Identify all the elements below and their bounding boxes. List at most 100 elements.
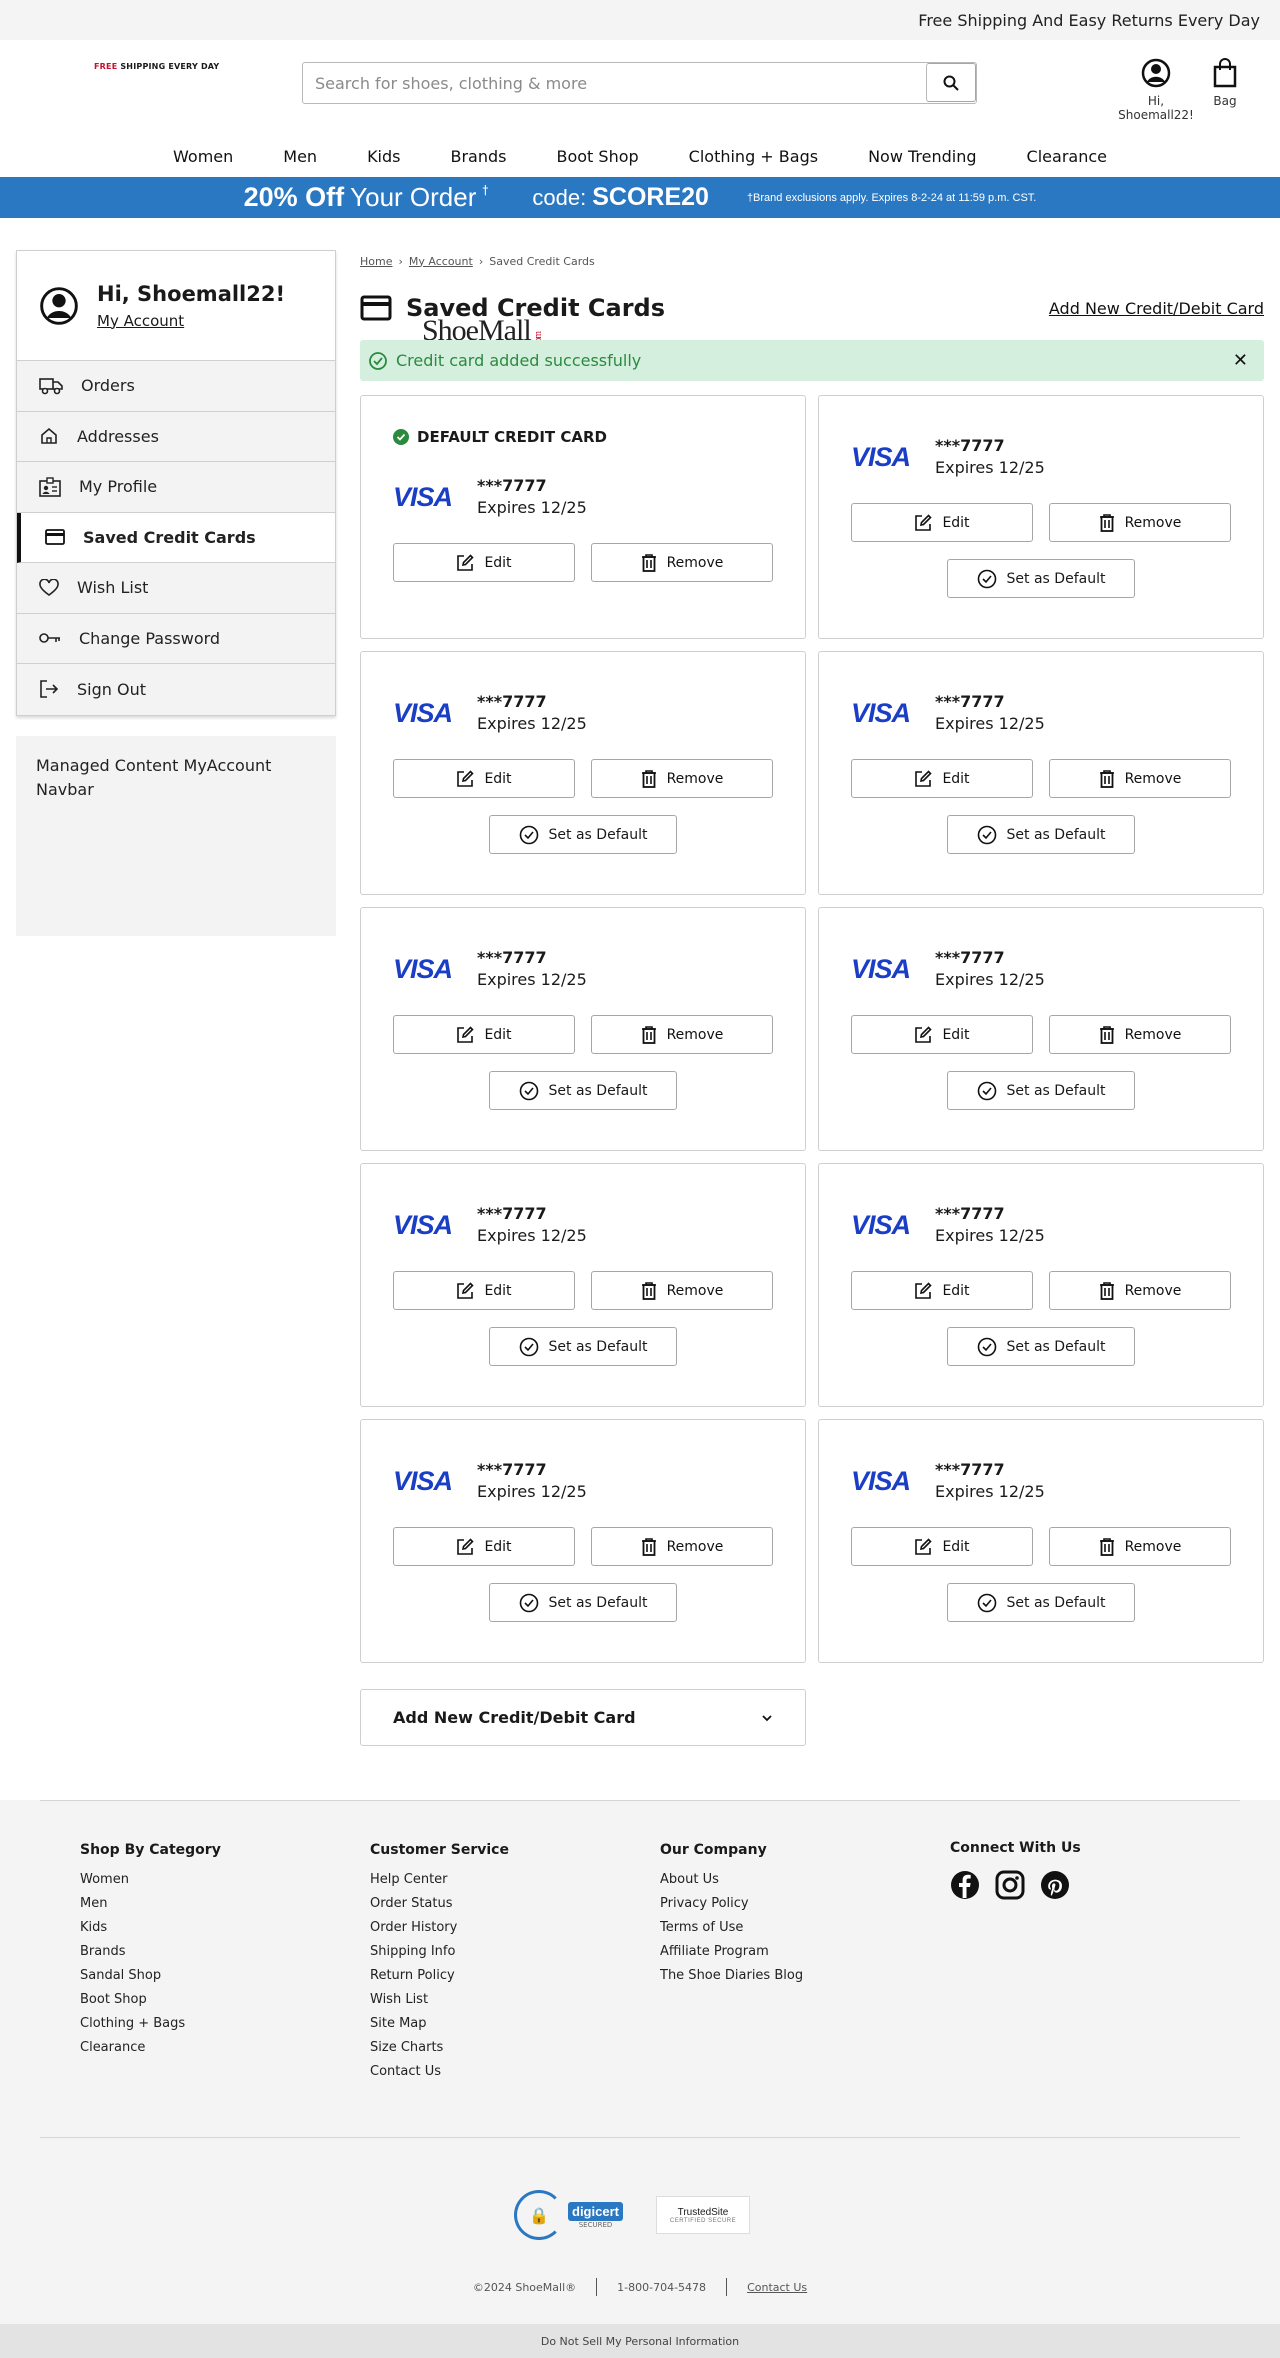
footer-link[interactable]: Men <box>80 1896 221 1920</box>
edit-card-button[interactable]: Edit <box>851 759 1033 798</box>
sidebar-header: Hi, Shoemall22! My Account <box>17 251 335 361</box>
nav-kids[interactable]: Kids <box>342 147 425 166</box>
digicert-text: digicert <box>568 2201 623 2221</box>
remove-card-button[interactable]: Remove <box>1049 1527 1231 1566</box>
remove-card-button[interactable]: Remove <box>1049 759 1231 798</box>
digicert-seal[interactable]: 🔒 digicert SECURED <box>514 2190 624 2240</box>
nav-now-trending[interactable]: Now Trending <box>843 147 1001 166</box>
my-account-link[interactable]: My Account <box>97 312 285 330</box>
pinterest-icon[interactable] <box>1040 1870 1070 1900</box>
footer-link[interactable]: Clothing + Bags <box>80 2016 221 2040</box>
remove-card-button[interactable]: Remove <box>591 543 773 582</box>
search-button[interactable] <box>926 63 976 102</box>
nav-boot-shop[interactable]: Boot Shop <box>532 147 664 166</box>
footer-link[interactable]: The Shoe Diaries Blog <box>660 1968 803 1992</box>
set-default-button[interactable]: Set as Default <box>947 559 1135 598</box>
nav-brands[interactable]: Brands <box>426 147 532 166</box>
footer-link[interactable]: Women <box>80 1872 221 1896</box>
card-number: ***7777 <box>477 476 547 495</box>
sidebar-item-wish-list[interactable]: Wish List <box>17 563 335 614</box>
footer-divider <box>40 1800 1240 1801</box>
bag-icon <box>1213 58 1237 88</box>
edit-card-button[interactable]: Edit <box>851 1015 1033 1054</box>
search-input[interactable] <box>303 63 926 103</box>
promo-disclaimer: †Brand exclusions apply. Expires 8-2-24 … <box>746 191 1037 204</box>
remove-card-button[interactable]: Remove <box>591 1271 773 1310</box>
edit-card-button[interactable]: Edit <box>393 1271 575 1310</box>
sidebar-item-addresses[interactable]: Addresses <box>17 411 335 462</box>
footer-link[interactable]: Wish List <box>370 1992 509 2016</box>
footer-link[interactable]: Clearance <box>80 2040 221 2064</box>
edit-card-button[interactable]: Edit <box>851 1271 1033 1310</box>
nav-clearance[interactable]: Clearance <box>1002 147 1132 166</box>
facebook-icon[interactable] <box>950 1870 980 1900</box>
footer-link[interactable]: Brands <box>80 1944 221 1968</box>
edit-card-button[interactable]: Edit <box>393 543 575 582</box>
footer-link[interactable]: Site Map <box>370 2016 509 2040</box>
footer-link[interactable]: Order History <box>370 1920 509 1944</box>
add-new-card-toggle[interactable]: Add New Credit/Debit Card <box>360 1689 806 1746</box>
footer-link[interactable]: Return Policy <box>370 1968 509 1992</box>
nav-clothing-bags[interactable]: Clothing + Bags <box>664 147 843 166</box>
trustedsite-seal[interactable]: TrustedSite CERTIFIED SECURE <box>656 2196 750 2234</box>
footer-link[interactable]: Contact Us <box>370 2064 509 2088</box>
phone-number[interactable]: 1-800-704-5478 <box>617 2281 706 2294</box>
remove-card-button[interactable]: Remove <box>1049 503 1231 542</box>
sidebar-item-orders[interactable]: Orders <box>17 361 335 412</box>
set-default-button[interactable]: Set as Default <box>489 815 677 854</box>
visa-logo: VISA <box>393 1210 453 1240</box>
remove-label: Remove <box>1124 1026 1182 1043</box>
edit-card-button[interactable]: Edit <box>393 1015 575 1054</box>
edit-card-button[interactable]: Edit <box>851 503 1033 542</box>
nav-women[interactable]: Women <box>148 147 258 166</box>
set-default-button[interactable]: Set as Default <box>489 1327 677 1366</box>
set-default-button[interactable]: Set as Default <box>947 1327 1135 1366</box>
edit-card-button[interactable]: Edit <box>393 1527 575 1566</box>
footer-link[interactable]: Size Charts <box>370 2040 509 2064</box>
edit-card-button[interactable]: Edit <box>393 759 575 798</box>
edit-card-button[interactable]: Edit <box>851 1527 1033 1566</box>
close-icon[interactable]: ✕ <box>1233 350 1248 371</box>
footer-link[interactable]: Kids <box>80 1920 221 1944</box>
account-menu[interactable]: Hi, Shoemall22! <box>1110 58 1202 122</box>
set-default-button[interactable]: Set as Default <box>947 1071 1135 1110</box>
footer-link[interactable]: Terms of Use <box>660 1920 803 1944</box>
sidebar-item-sign-out[interactable]: Sign Out <box>17 664 335 715</box>
sidebar-item-label: Wish List <box>77 578 149 598</box>
instagram-icon[interactable] <box>995 1870 1025 1900</box>
footer-link[interactable]: Sandal Shop <box>80 1968 221 1992</box>
footer-link[interactable]: Order Status <box>370 1896 509 1920</box>
add-card-link[interactable]: Add New Credit/Debit Card <box>1049 299 1264 318</box>
sidebar-item-saved-credit-cards[interactable]: Saved Credit Cards <box>17 512 335 563</box>
check-circle-icon <box>519 1337 538 1356</box>
site-logo[interactable]: ShoeMall.com FREE SHIPPING EVERY DAY <box>62 62 544 348</box>
set-default-button[interactable]: Set as Default <box>947 1583 1135 1622</box>
set-default-button[interactable]: Set as Default <box>947 815 1135 854</box>
footer-link[interactable]: Affiliate Program <box>660 1944 803 1968</box>
sidebar-item-my-profile[interactable]: My Profile <box>17 462 335 513</box>
contact-us-link[interactable]: Contact Us <box>747 2281 807 2294</box>
breadcrumb-home[interactable]: Home <box>360 255 392 268</box>
footer-link[interactable]: Privacy Policy <box>660 1896 803 1920</box>
sidebar-item-change-password[interactable]: Change Password <box>17 613 335 664</box>
remove-card-button[interactable]: Remove <box>1049 1271 1231 1310</box>
remove-card-button[interactable]: Remove <box>591 1015 773 1054</box>
edit-icon <box>915 1025 933 1043</box>
bag-button[interactable]: Bag <box>1210 58 1240 108</box>
breadcrumb-my-account[interactable]: My Account <box>409 255 473 268</box>
remove-card-button[interactable]: Remove <box>1049 1015 1231 1054</box>
credit-card: VISA ***7777 Expires 12/25 Edit Remove Set as… <box>818 395 1264 639</box>
footer-link[interactable]: Boot Shop <box>80 1992 221 2016</box>
footer-link[interactable]: Shipping Info <box>370 1944 509 1968</box>
footer-link[interactable]: About Us <box>660 1872 803 1896</box>
do-not-sell-link[interactable]: Do Not Sell My Personal Information <box>0 2324 1280 2358</box>
nav-men[interactable]: Men <box>258 147 342 166</box>
footer-link[interactable]: Help Center <box>370 1872 509 1896</box>
set-default-button[interactable]: Set as Default <box>489 1071 677 1110</box>
promo-banner[interactable]: 20% Off Your Order † code: SCORE20 †Bran… <box>0 177 1280 218</box>
chevron-right-icon: › <box>478 254 484 268</box>
set-default-label: Set as Default <box>548 1594 648 1611</box>
set-default-button[interactable]: Set as Default <box>489 1583 677 1622</box>
remove-card-button[interactable]: Remove <box>591 759 773 798</box>
remove-card-button[interactable]: Remove <box>591 1527 773 1566</box>
